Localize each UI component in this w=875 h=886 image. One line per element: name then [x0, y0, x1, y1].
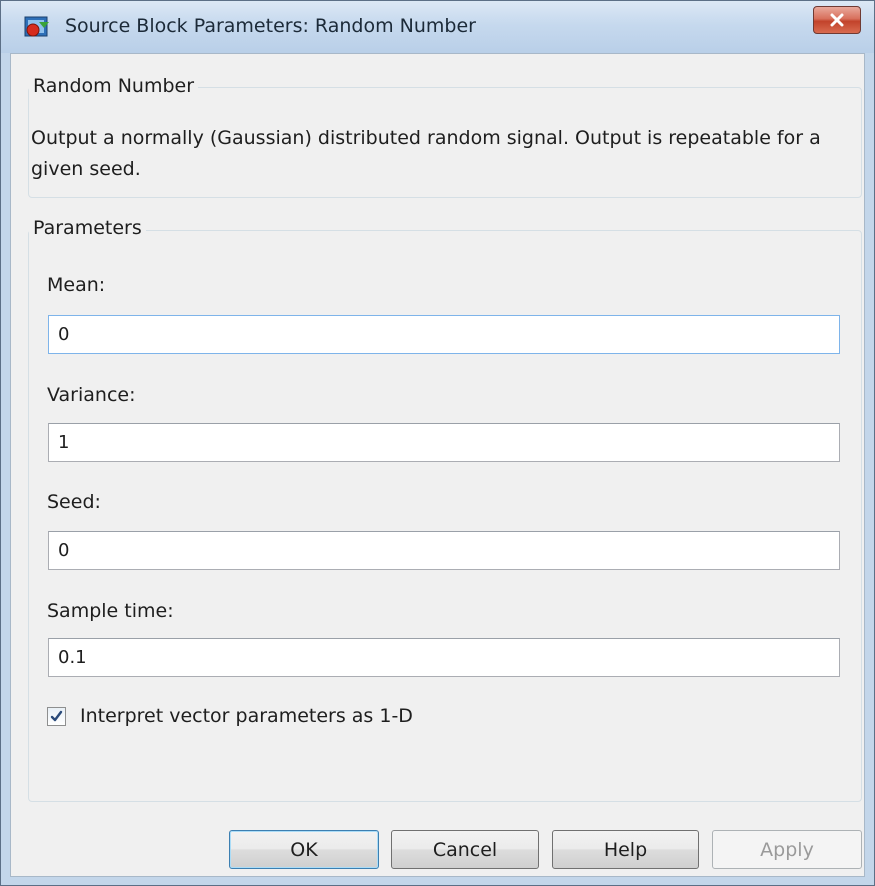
sample-time-label: Sample time:	[47, 600, 174, 622]
help-button[interactable]: Help	[552, 830, 699, 869]
description-group-title: Random Number	[29, 75, 199, 97]
apply-button[interactable]: Apply	[712, 830, 862, 869]
seed-label: Seed:	[47, 491, 101, 513]
mean-label: Mean:	[47, 274, 106, 296]
ok-button[interactable]: OK	[229, 830, 379, 869]
simulink-block-icon	[24, 16, 49, 37]
checkmark-icon	[50, 710, 63, 722]
sample-time-input[interactable]: 0.1	[48, 638, 840, 677]
cancel-button[interactable]: Cancel	[391, 830, 539, 869]
seed-input[interactable]: 0	[48, 531, 840, 570]
block-description: Output a normally (Gaussian) distributed…	[31, 127, 821, 180]
dialog-window: Source Block Parameters: Random Number R…	[0, 0, 875, 886]
variance-input[interactable]: 1	[48, 423, 840, 462]
close-icon	[830, 13, 844, 27]
close-button[interactable]	[813, 6, 861, 34]
title-bar[interactable]: Source Block Parameters: Random Number	[1, 1, 874, 53]
mean-input[interactable]: 0	[48, 315, 840, 354]
parameters-group-title: Parameters	[29, 217, 146, 239]
window-title: Source Block Parameters: Random Number	[65, 15, 476, 37]
interpret-vector-checkbox[interactable]	[47, 707, 66, 726]
interpret-vector-label[interactable]: Interpret vector parameters as 1-D	[80, 705, 413, 727]
variance-label: Variance:	[47, 384, 136, 406]
